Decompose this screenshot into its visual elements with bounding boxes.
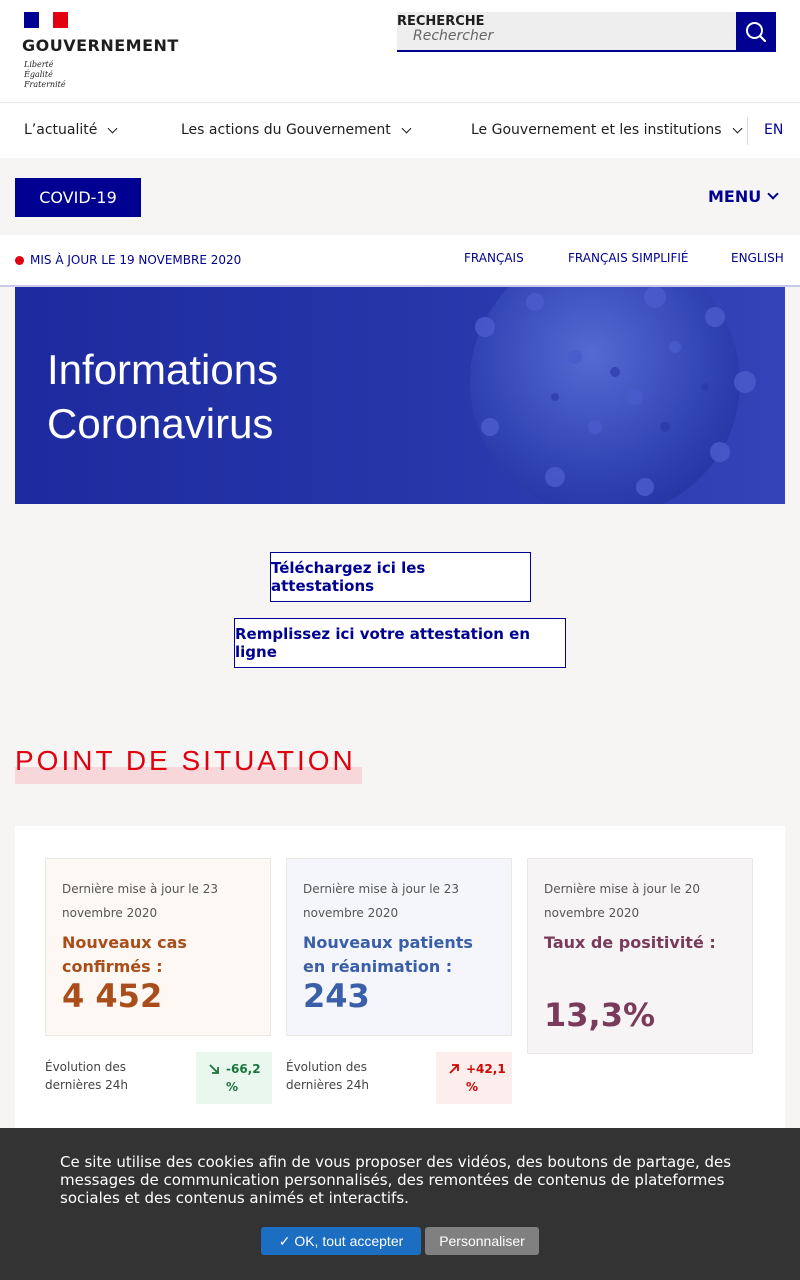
main-navigation: L’actualité Les actions du Gouvernement … bbox=[0, 103, 800, 158]
arrow-down-right-icon bbox=[209, 1064, 219, 1074]
site-header: GOUVERNEMENT Liberté Égalité Fraternité … bbox=[0, 0, 800, 103]
cookie-banner: Ce site utilise des cookies afin de vous… bbox=[0, 1128, 800, 1280]
cookie-message: Ce site utilise des cookies afin de vous… bbox=[60, 1153, 732, 1207]
customize-cookies-button[interactable]: Personnaliser bbox=[425, 1227, 539, 1255]
logo-title[interactable]: GOUVERNEMENT bbox=[22, 36, 179, 55]
update-date: MIS À JOUR LE 19 NOVEMBRE 2020 bbox=[30, 253, 242, 267]
nav-item-label: Le Gouvernement et les institutions bbox=[471, 122, 722, 138]
republic-motto: Liberté Égalité Fraternité bbox=[24, 60, 66, 89]
menu-button[interactable]: MENU bbox=[708, 187, 779, 206]
arrow-up-right-icon bbox=[449, 1064, 459, 1074]
section-title: POINT DE SITUATION bbox=[15, 745, 356, 776]
stat-date: Dernière mise à jour le 20 novembre 2020 bbox=[544, 882, 701, 920]
stat-card-positivity-rate: Dernière mise à jour le 20 novembre 2020… bbox=[527, 858, 753, 1054]
covid-tag[interactable]: COVID-19 bbox=[15, 178, 141, 217]
menu-label: MENU bbox=[708, 187, 762, 206]
evolution-label: Évolution des dernières 24h bbox=[45, 1060, 129, 1092]
chevron-down-icon bbox=[732, 123, 743, 133]
search-label: RECHERCHE bbox=[397, 14, 485, 29]
live-dot-icon bbox=[15, 256, 24, 265]
stat-label: Nouveaux cas confirmés : bbox=[62, 933, 187, 976]
nav-divider bbox=[747, 117, 748, 145]
language-switch-en[interactable]: EN bbox=[764, 122, 783, 138]
covid-bar: COVID-19 MENU bbox=[0, 158, 800, 235]
nav-item-institutions[interactable]: Le Gouvernement et les institutions bbox=[471, 122, 743, 138]
chevron-down-icon bbox=[401, 123, 412, 133]
evolution-badge-down: -66,2 % bbox=[196, 1052, 272, 1104]
chevron-down-icon bbox=[107, 123, 118, 133]
stat-label: Nouveaux patients en réanimation : bbox=[303, 933, 473, 976]
marianne-logo[interactable] bbox=[24, 12, 68, 28]
search-button[interactable] bbox=[736, 12, 776, 52]
stat-value: 243 bbox=[303, 977, 370, 1015]
accept-cookies-button[interactable]: ✓ OK, tout accepter bbox=[261, 1227, 421, 1255]
evolution-value: +42,1 % bbox=[466, 1062, 506, 1094]
nav-item-label: L’actualité bbox=[24, 122, 98, 138]
stat-card-new-cases: Dernière mise à jour le 23 novembre 2020… bbox=[45, 858, 271, 1036]
evolution-label: Évolution des dernières 24h bbox=[286, 1060, 370, 1092]
nav-item-actions[interactable]: Les actions du Gouvernement bbox=[181, 122, 412, 138]
evolution-badge-up: +42,1 % bbox=[436, 1052, 512, 1104]
lang-francais[interactable]: FRANÇAIS bbox=[464, 251, 524, 265]
download-attestations-button[interactable]: Téléchargez ici les attestations bbox=[270, 552, 531, 602]
stat-value: 13,3% bbox=[544, 996, 656, 1034]
lang-english[interactable]: ENGLISH bbox=[731, 251, 784, 265]
situation-panel: Dernière mise à jour le 23 novembre 2020… bbox=[15, 826, 785, 1146]
nav-item-label: Les actions du Gouvernement bbox=[181, 122, 391, 138]
update-bar: MIS À JOUR LE 19 NOVEMBRE 2020 FRANÇAIS … bbox=[0, 235, 800, 287]
lang-francais-simplifie[interactable]: FRANÇAIS SIMPLIFIÉ bbox=[568, 251, 689, 265]
stat-date: Dernière mise à jour le 23 novembre 2020 bbox=[62, 882, 219, 920]
nav-item-actualite[interactable]: L’actualité bbox=[24, 122, 118, 138]
evolution-value: -66,2 % bbox=[226, 1062, 261, 1094]
search-icon bbox=[746, 22, 767, 43]
stat-date: Dernière mise à jour le 23 novembre 2020 bbox=[303, 882, 460, 920]
stat-card-icu-patients: Dernière mise à jour le 23 novembre 2020… bbox=[286, 858, 512, 1036]
fill-attestation-online-button[interactable]: Remplissez ici votre attestation en lign… bbox=[234, 618, 566, 668]
hero-title: Informations Coronavirus bbox=[47, 346, 279, 447]
hero-banner: Informations Coronavirus bbox=[15, 287, 785, 504]
stat-label: Taux de positivité : bbox=[544, 933, 716, 952]
chevron-down-icon bbox=[767, 188, 779, 200]
stat-value: 4 452 bbox=[62, 977, 163, 1015]
